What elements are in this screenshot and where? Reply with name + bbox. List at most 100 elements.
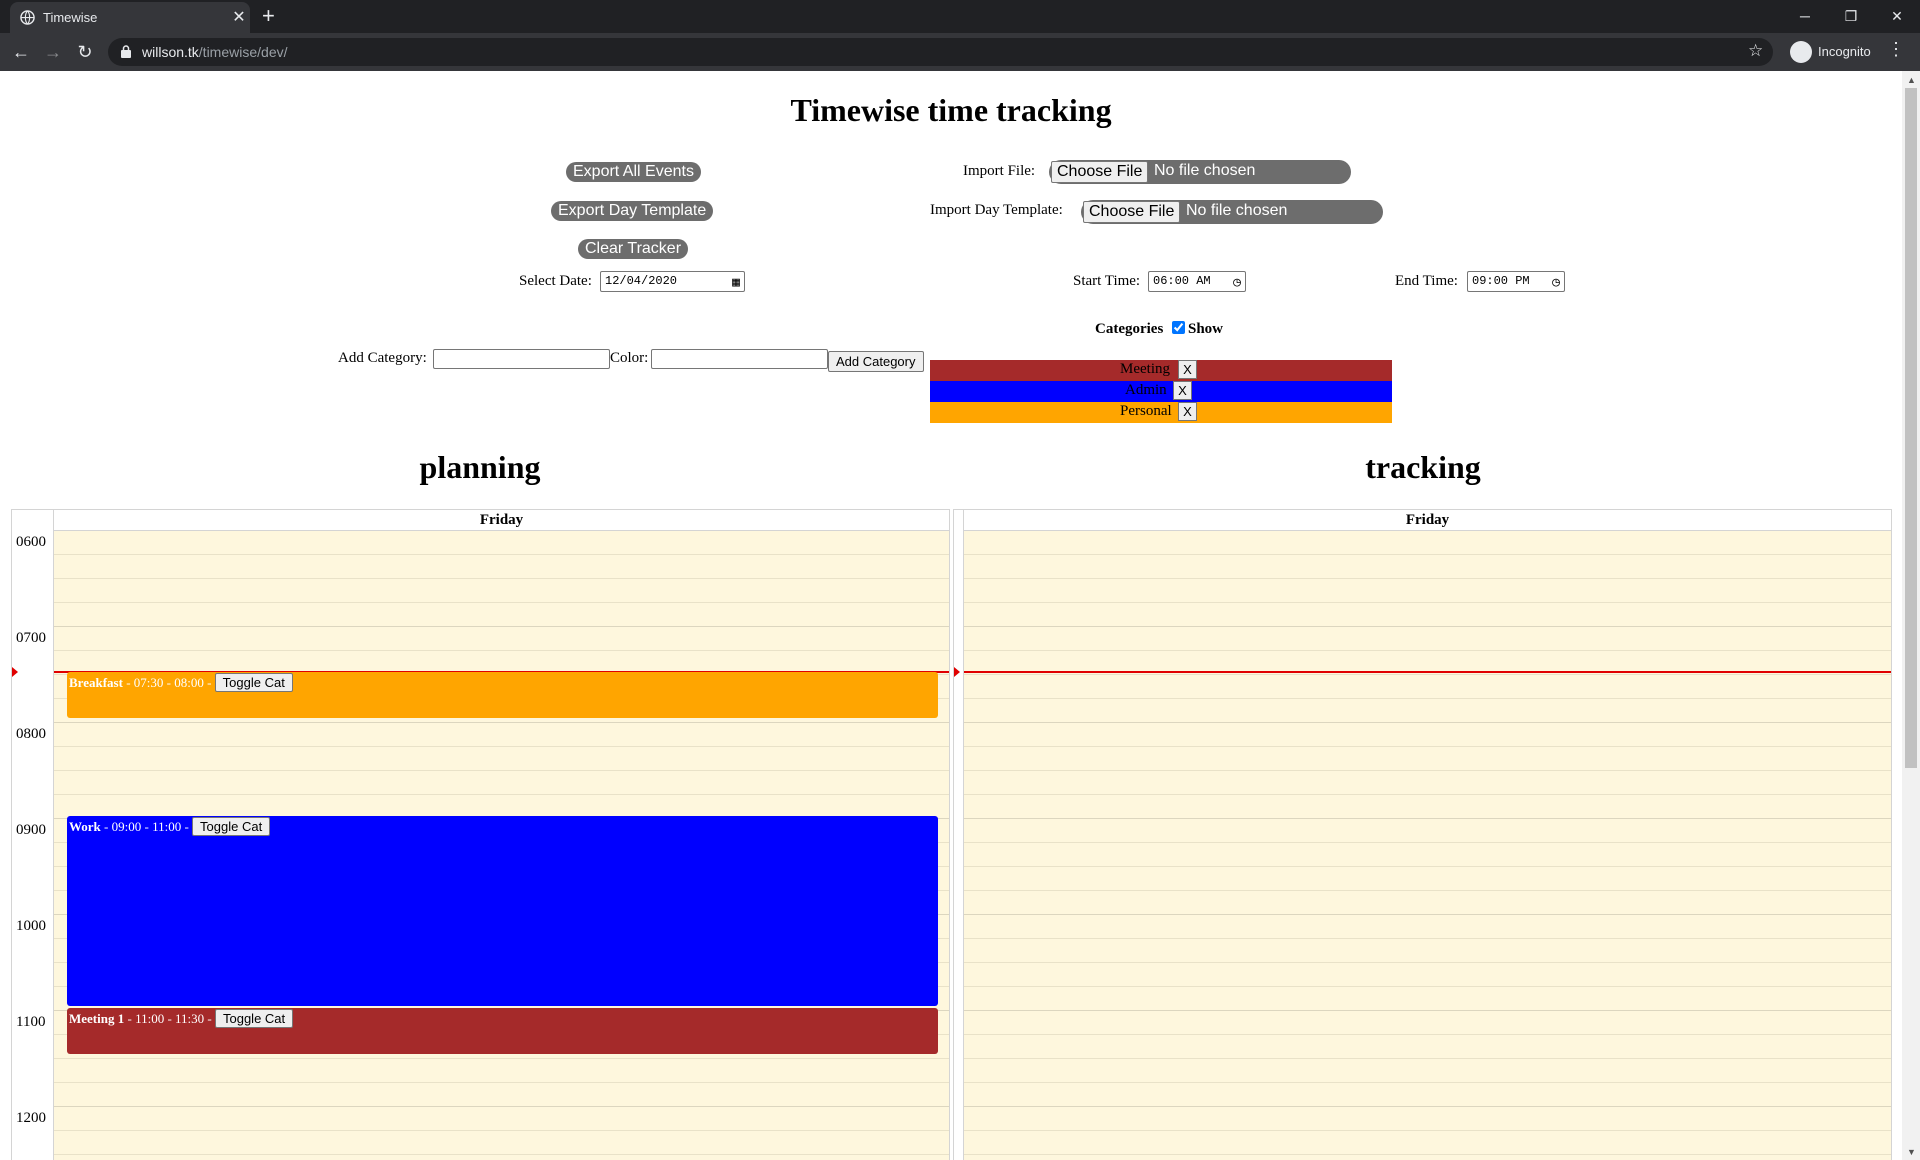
hour-label: 0800 xyxy=(16,726,46,742)
slot-gridline xyxy=(964,938,1891,939)
category-name: Meeting xyxy=(1120,361,1170,377)
scroll-down-icon[interactable]: ▼ xyxy=(1907,1147,1916,1157)
address-bar[interactable]: willson.tk/timewise/dev/ ☆ xyxy=(108,38,1773,66)
slot-gridline xyxy=(964,698,1891,699)
start-time-label: Start Time: xyxy=(1073,273,1141,289)
export-all-events-button[interactable]: Export All Events xyxy=(566,162,701,182)
show-categories-label: Show xyxy=(1188,321,1224,337)
event-work[interactable]: Work - 09:00 - 11:00 - Toggle Cat xyxy=(67,816,938,1006)
color-label: Color: xyxy=(610,350,649,366)
current-time-marker xyxy=(954,667,960,677)
start-time-input[interactable]: 06:00 AM ◷ xyxy=(1148,271,1246,292)
hour-label: 0600 xyxy=(16,534,46,550)
hour-label: 1100 xyxy=(16,1014,46,1030)
event-name: Meeting 1 xyxy=(69,1011,125,1026)
date-value: 12/04/2020 xyxy=(605,274,678,288)
hour-label: 1200 xyxy=(16,1110,46,1126)
incognito-label: Incognito xyxy=(1818,44,1871,59)
current-time-line xyxy=(964,671,1891,673)
category-name-input[interactable] xyxy=(433,349,610,369)
url-host: willson.tk xyxy=(142,44,199,60)
add-category-button[interactable]: Add Category xyxy=(828,351,924,372)
event-time: - 11:00 - 11:30 - xyxy=(127,1011,212,1026)
category-color-input[interactable] xyxy=(651,349,828,369)
tab-strip: Timewise ✕ + ─ ❐ ✕ xyxy=(0,0,1920,33)
new-tab-icon[interactable]: + xyxy=(262,3,275,29)
import-day-template-choose-button[interactable]: Choose File xyxy=(1083,201,1181,223)
clear-tracker-button[interactable]: Clear Tracker xyxy=(578,239,689,259)
tracking-grid[interactable] xyxy=(964,531,1891,1160)
remove-category-button[interactable]: X xyxy=(1178,360,1197,379)
import-day-template-label: Import Day Template: xyxy=(930,202,1063,218)
end-time-input[interactable]: 09:00 PM ◷ xyxy=(1467,271,1565,292)
slot-gridline xyxy=(964,986,1891,987)
slot-gridline xyxy=(54,626,949,627)
browser-menu-icon[interactable]: ⋮ xyxy=(1886,39,1906,60)
tracking-title: tracking xyxy=(1365,449,1481,485)
globe-icon xyxy=(20,10,35,25)
forward-icon[interactable]: → xyxy=(40,39,66,65)
add-category-label: Add Category: xyxy=(338,350,427,366)
minimize-icon[interactable]: ─ xyxy=(1782,2,1828,30)
category-row-admin: Admin X xyxy=(930,381,1392,402)
page-viewport: Timewise time tracking Export All Events… xyxy=(0,71,1902,1160)
slot-gridline xyxy=(54,794,949,795)
category-name: Admin xyxy=(1125,382,1167,398)
slot-gridline xyxy=(964,890,1891,891)
hour-label: 0900 xyxy=(16,822,46,838)
slot-gridline xyxy=(54,1106,949,1107)
bookmark-star-icon[interactable]: ☆ xyxy=(1748,41,1763,61)
tab-close-icon[interactable]: ✕ xyxy=(230,7,248,27)
slot-gridline xyxy=(964,1106,1891,1107)
planning-day-header: Friday xyxy=(54,510,949,531)
reload-icon[interactable]: ↻ xyxy=(72,39,98,65)
slot-gridline xyxy=(964,1058,1891,1059)
scrollbar-thumb[interactable] xyxy=(1905,88,1917,768)
slot-gridline xyxy=(964,650,1891,651)
remove-category-button[interactable]: X xyxy=(1173,381,1192,400)
planning-calendar: Friday 0600 0700 0800 0900 1000 1100 1200 Brea… xyxy=(11,509,950,1160)
hour-label: 1000 xyxy=(16,918,46,934)
import-day-template-input[interactable]: Choose File No file chosen xyxy=(1081,200,1383,224)
slot-gridline xyxy=(54,1130,949,1131)
import-day-template-status: No file chosen xyxy=(1186,202,1288,219)
date-input[interactable]: 12/04/2020 ▦ xyxy=(600,271,745,292)
slot-gridline xyxy=(54,554,949,555)
close-window-icon[interactable]: ✕ xyxy=(1874,2,1920,30)
back-icon[interactable]: ← xyxy=(8,39,34,65)
slot-gridline xyxy=(964,602,1891,603)
event-meeting-1[interactable]: Meeting 1 - 11:00 - 11:30 - Toggle Cat xyxy=(67,1008,938,1054)
slot-gridline xyxy=(964,818,1891,819)
category-row-personal: Personal X xyxy=(930,402,1392,423)
slot-gridline xyxy=(54,578,949,579)
scroll-up-icon[interactable]: ▲ xyxy=(1907,75,1916,85)
clock-icon[interactable]: ◷ xyxy=(1552,273,1560,292)
slot-gridline xyxy=(964,1130,1891,1131)
event-name: Work xyxy=(69,819,101,834)
remove-category-button[interactable]: X xyxy=(1178,402,1197,421)
restore-icon[interactable]: ❐ xyxy=(1828,2,1874,30)
event-breakfast[interactable]: Breakfast - 07:30 - 08:00 - Toggle Cat xyxy=(67,672,938,718)
toggle-category-button[interactable]: Toggle Cat xyxy=(214,1009,294,1028)
calendar-icon[interactable]: ▦ xyxy=(732,273,740,292)
slot-gridline xyxy=(54,602,949,603)
page-scrollbar[interactable]: ▲ ▼ xyxy=(1902,71,1920,1160)
slot-gridline xyxy=(964,626,1891,627)
toggle-category-button[interactable]: Toggle Cat xyxy=(214,673,293,692)
clock-icon[interactable]: ◷ xyxy=(1233,273,1241,292)
import-file-input[interactable]: Choose File No file chosen xyxy=(1049,160,1351,184)
slot-gridline xyxy=(54,1154,949,1155)
import-file-choose-button[interactable]: Choose File xyxy=(1051,161,1149,183)
browser-tab[interactable]: Timewise ✕ xyxy=(10,2,250,33)
tab-title: Timewise xyxy=(43,10,98,25)
slot-gridline xyxy=(54,1082,949,1083)
tracking-calendar: Friday xyxy=(953,509,1892,1160)
browser-toolbar: ← → ↻ willson.tk/timewise/dev/ ☆ Incogni… xyxy=(0,33,1920,71)
export-day-template-button[interactable]: Export Day Template xyxy=(551,201,714,221)
slot-gridline xyxy=(964,722,1891,723)
toggle-category-button[interactable]: Toggle Cat xyxy=(192,817,271,836)
show-categories-checkbox[interactable] xyxy=(1172,321,1185,334)
slot-gridline xyxy=(964,962,1891,963)
categories-heading: Categories xyxy=(1095,321,1164,337)
select-date-label: Select Date: xyxy=(519,273,592,289)
